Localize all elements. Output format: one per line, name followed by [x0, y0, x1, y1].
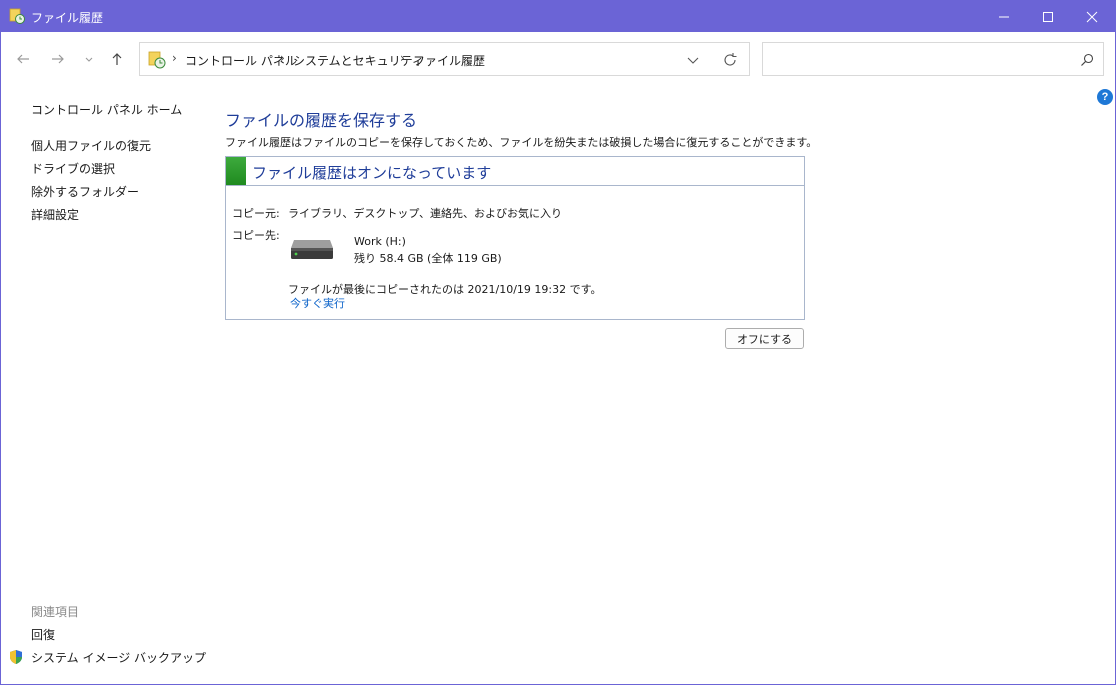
shield-icon [10, 650, 22, 664]
help-icon[interactable]: ? [1097, 89, 1113, 105]
breadcrumb-separator: › [172, 51, 177, 65]
recent-locations-button[interactable] [77, 48, 101, 70]
maximize-icon [1043, 11, 1053, 22]
title-bar: ファイル履歴 [1, 1, 1115, 32]
breadcrumb-separator: › [400, 51, 405, 65]
copy-to-label: コピー先: [232, 229, 280, 242]
up-arrow-icon [112, 53, 122, 65]
search-icon[interactable] [1079, 52, 1095, 68]
close-icon [1086, 11, 1098, 22]
up-button[interactable] [105, 48, 129, 70]
left-navigation: コントロール パネル ホーム 個人用ファイルの復元 ドライブの選択 除外するフォ… [1, 86, 206, 684]
forward-arrow-icon [52, 54, 64, 64]
breadcrumb-file-history[interactable]: ファイル履歴 [413, 52, 485, 69]
minimize-icon [999, 16, 1009, 17]
sidebar-item-restore-personal-files[interactable]: 個人用ファイルの復元 [31, 137, 151, 154]
drive-name: Work (H:) [354, 235, 406, 248]
back-button[interactable] [11, 48, 35, 70]
turn-off-button[interactable]: オフにする [725, 328, 804, 349]
sidebar-item-select-drive[interactable]: ドライブの選択 [31, 160, 115, 177]
sidebar-item-system-image-backup[interactable]: システム イメージ バックアップ [31, 649, 206, 666]
copy-from-value: ライブラリ、デスクトップ、連絡先、およびお気に入り [288, 207, 563, 220]
breadcrumb-separator: › [280, 51, 285, 65]
file-history-window: ファイル履歴 › コントロール パネル › システムとセキュリティ › ファイル… [0, 0, 1116, 685]
back-arrow-icon [17, 54, 29, 64]
drive-icon [291, 240, 333, 259]
search-input[interactable] [762, 42, 1104, 76]
status-title: ファイル履歴はオンになっています [252, 164, 492, 182]
maximize-button[interactable] [1025, 1, 1071, 32]
status-panel: ファイル履歴はオンになっています コピー元: ライブラリ、デスクトップ、連絡先、… [225, 156, 805, 320]
run-now-link[interactable]: 今すぐ実行 [290, 295, 345, 311]
sidebar-item-advanced-settings[interactable]: 詳細設定 [31, 206, 79, 223]
file-history-icon [9, 8, 25, 24]
recent-dropdown-icon [85, 57, 93, 62]
address-bar[interactable]: › コントロール パネル › システムとセキュリティ › ファイル履歴 [139, 42, 750, 76]
forward-button[interactable] [46, 48, 70, 70]
file-history-icon [148, 51, 166, 69]
navigation-bar: › コントロール パネル › システムとセキュリティ › ファイル履歴 [1, 32, 1115, 86]
status-header: ファイル履歴はオンになっています [226, 157, 804, 186]
window-title: ファイル履歴 [31, 11, 104, 25]
close-button[interactable] [1069, 1, 1115, 32]
copy-from-label: コピー元: [232, 207, 280, 220]
sidebar-item-recovery[interactable]: 回復 [31, 626, 55, 643]
drive-space: 残り 58.4 GB (全体 119 GB) [354, 252, 502, 265]
page-title: ファイルの履歴を保存する [225, 111, 418, 130]
sidebar-item-control-panel-home[interactable]: コントロール パネル ホーム [31, 101, 182, 118]
chevron-down-icon[interactable] [684, 52, 702, 68]
minimize-button[interactable] [981, 1, 1027, 32]
status-indicator [226, 157, 246, 185]
refresh-icon[interactable] [721, 51, 739, 69]
related-heading: 関連項目 [31, 605, 80, 619]
page-description: ファイル履歴はファイルのコピーを保存しておくため、ファイルを紛失または破損した場… [225, 136, 818, 149]
sidebar-item-exclude-folders[interactable]: 除外するフォルダー [31, 183, 139, 200]
